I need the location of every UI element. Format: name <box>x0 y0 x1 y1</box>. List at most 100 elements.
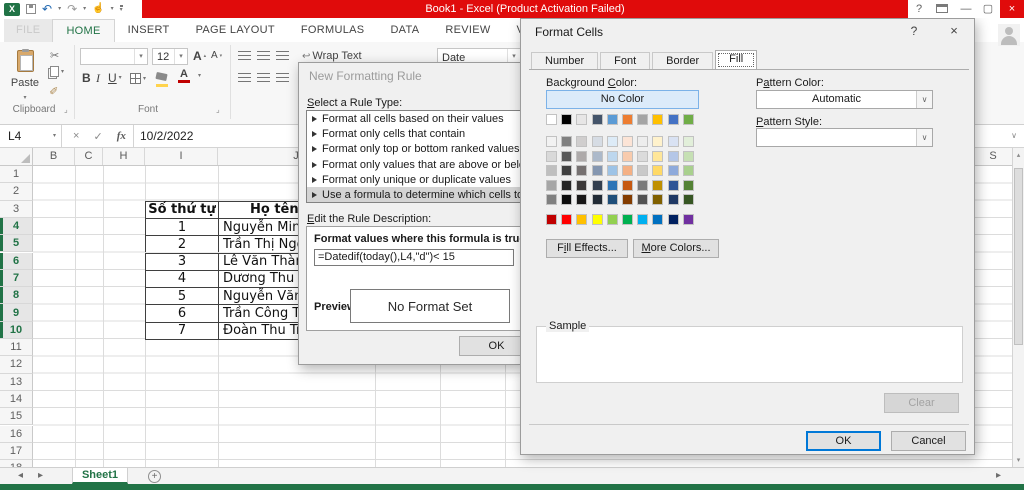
customize-qat-icon[interactable]: ▾ <box>119 5 123 13</box>
new-sheet-icon[interactable] <box>148 470 161 483</box>
row-header-3[interactable]: 3 <box>0 200 33 218</box>
hscroll-right-icon[interactable]: ▸ <box>996 468 1001 484</box>
color-swatch-5B9BD5[interactable] <box>606 114 618 125</box>
cell-stt-7[interactable]: 7 <box>145 321 218 339</box>
color-swatch-D9D9D9[interactable] <box>546 150 557 162</box>
align-bottom-icon[interactable] <box>276 51 289 60</box>
row-header-11[interactable]: 11 <box>0 339 33 357</box>
color-swatch-A5A5A5[interactable] <box>637 114 649 125</box>
fill-color-button[interactable] <box>155 71 168 87</box>
column-header-H[interactable]: H <box>103 148 145 165</box>
color-swatch-00B0F0[interactable] <box>637 214 649 225</box>
undo-dropdown-icon[interactable]: ▾ <box>58 6 61 12</box>
minimize-button[interactable]: — <box>956 0 976 18</box>
clipboard-dialog-launcher-icon[interactable]: ⌟ <box>64 106 72 114</box>
color-swatch-BF8F00[interactable] <box>652 179 664 191</box>
color-swatch-3B3838[interactable] <box>576 179 588 191</box>
row-header-16[interactable]: 16 <box>0 425 33 443</box>
color-swatch-806000[interactable] <box>652 194 664 206</box>
formula-bar-value[interactable]: 10/2/2022 <box>140 125 193 147</box>
color-swatch-002060[interactable] <box>667 214 679 225</box>
color-swatch-8496B0[interactable] <box>591 165 603 177</box>
color-swatch-4472C4[interactable] <box>667 114 679 125</box>
color-swatch-FFC000[interactable] <box>652 114 664 125</box>
wrap-text-button[interactable]: ↩ Wrap Text <box>302 50 362 62</box>
fc-help-button[interactable]: ? <box>906 24 922 38</box>
format-painter-button[interactable]: ✎ <box>49 84 61 97</box>
color-swatch-404040[interactable] <box>561 165 573 177</box>
color-swatch-DBDBDB[interactable] <box>637 150 649 162</box>
color-swatch-EDEDED[interactable] <box>637 136 649 147</box>
pattern-style-combo[interactable]: ∨ <box>756 128 933 147</box>
align-top-icon[interactable] <box>238 51 251 60</box>
align-right-icon[interactable] <box>276 73 289 82</box>
paste-button[interactable]: Paste ▾ <box>6 45 44 103</box>
cancel-entry-icon[interactable]: × <box>73 130 79 142</box>
insert-function-icon[interactable]: fx <box>117 130 126 142</box>
font-name-combo[interactable]: ▾ <box>80 48 148 65</box>
color-swatch-BFBFBF[interactable] <box>546 165 557 177</box>
ribbon-tab-page-layout[interactable]: PAGE LAYOUT <box>183 19 288 42</box>
rule-type-option-1[interactable]: Format only cells that contain <box>307 126 520 141</box>
touch-dropdown-icon[interactable]: ▾ <box>111 6 114 12</box>
row-header-2[interactable]: 2 <box>0 183 33 201</box>
rule-type-option-0[interactable]: Format all cells based on their values <box>307 111 520 126</box>
ribbon-tab-review[interactable]: REVIEW <box>432 19 503 42</box>
color-swatch-FFC000[interactable] <box>576 214 588 225</box>
user-avatar[interactable] <box>998 24 1020 46</box>
align-middle-icon[interactable] <box>257 51 270 60</box>
color-swatch-D9E2F3[interactable] <box>667 136 679 147</box>
color-swatch-808080[interactable] <box>561 136 573 147</box>
color-swatch-222B35[interactable] <box>591 194 603 206</box>
no-color-button[interactable]: No Color <box>546 90 699 109</box>
color-swatch-D0CECE[interactable] <box>576 136 588 147</box>
fc-tab-font[interactable]: Font <box>600 52 651 70</box>
color-swatch-00B050[interactable] <box>622 214 633 225</box>
more-colors-button[interactable]: More Colors... <box>633 239 719 258</box>
color-swatch-E7E6E6[interactable] <box>576 114 588 125</box>
name-box-dropdown-icon[interactable]: ▾ <box>53 133 61 139</box>
color-swatch-1F4E79[interactable] <box>606 194 618 206</box>
color-swatch-8EAADB[interactable] <box>667 165 679 177</box>
cell-stt-4[interactable]: 4 <box>145 269 218 288</box>
grow-font-button[interactable]: A ▴ <box>193 49 206 63</box>
color-swatch-C00000[interactable] <box>546 214 557 225</box>
color-swatch-548235[interactable] <box>682 179 694 191</box>
color-swatch-0D0D0D[interactable] <box>561 194 573 206</box>
column-header-I[interactable]: I <box>145 148 218 165</box>
color-swatch-70AD47[interactable] <box>682 114 694 125</box>
shrink-font-button[interactable]: A ▾ <box>211 50 222 61</box>
color-swatch-1F3864[interactable] <box>667 194 679 206</box>
color-swatch-833C00[interactable] <box>622 194 633 206</box>
save-icon[interactable] <box>26 4 36 14</box>
color-swatch-DDEBF7[interactable] <box>606 136 618 147</box>
color-swatch-9DC3E6[interactable] <box>606 165 618 177</box>
maximize-button[interactable]: ▢ <box>978 0 998 18</box>
formula-bar-expand-icon[interactable]: ∨ <box>1006 125 1022 147</box>
color-swatch-2F5496[interactable] <box>667 179 679 191</box>
font-name-dropdown-icon[interactable]: ▾ <box>134 49 147 64</box>
close-button[interactable]: × <box>1000 0 1024 18</box>
touch-mode-icon[interactable]: ☝ <box>92 3 104 15</box>
rule-type-option-4[interactable]: Format only unique or duplicate values <box>307 172 520 187</box>
redo-icon[interactable]: ↷ <box>67 3 77 15</box>
undo-icon[interactable]: ↶ <box>42 3 52 15</box>
color-swatch-A9D08E[interactable] <box>682 165 694 177</box>
scroll-down-icon[interactable]: ▾ <box>1013 456 1024 464</box>
color-swatch-44546A[interactable] <box>591 114 603 125</box>
font-size-dropdown-icon[interactable]: ▾ <box>174 49 187 64</box>
ribbon-tab-insert[interactable]: INSERT <box>115 19 183 42</box>
paste-dropdown-icon[interactable]: ▾ <box>23 95 26 101</box>
row-header-17[interactable]: 17 <box>0 442 33 461</box>
color-swatch-ACB9CA[interactable] <box>591 150 603 162</box>
ribbon-tab-formulas[interactable]: FORMULAS <box>288 19 378 42</box>
bold-button[interactable]: B <box>82 71 91 85</box>
color-swatch-FFF2CC[interactable] <box>652 136 664 147</box>
name-box[interactable]: L4 ▾ <box>0 125 62 147</box>
cut-button[interactable]: ✂ <box>50 49 59 62</box>
color-swatch-375623[interactable] <box>682 194 694 206</box>
column-header-C[interactable]: C <box>75 148 103 165</box>
font-color-dropdown-icon[interactable]: ▾ <box>198 73 201 79</box>
color-swatch-FCE4D6[interactable] <box>622 136 633 147</box>
fc-close-icon[interactable]: × <box>945 23 963 38</box>
